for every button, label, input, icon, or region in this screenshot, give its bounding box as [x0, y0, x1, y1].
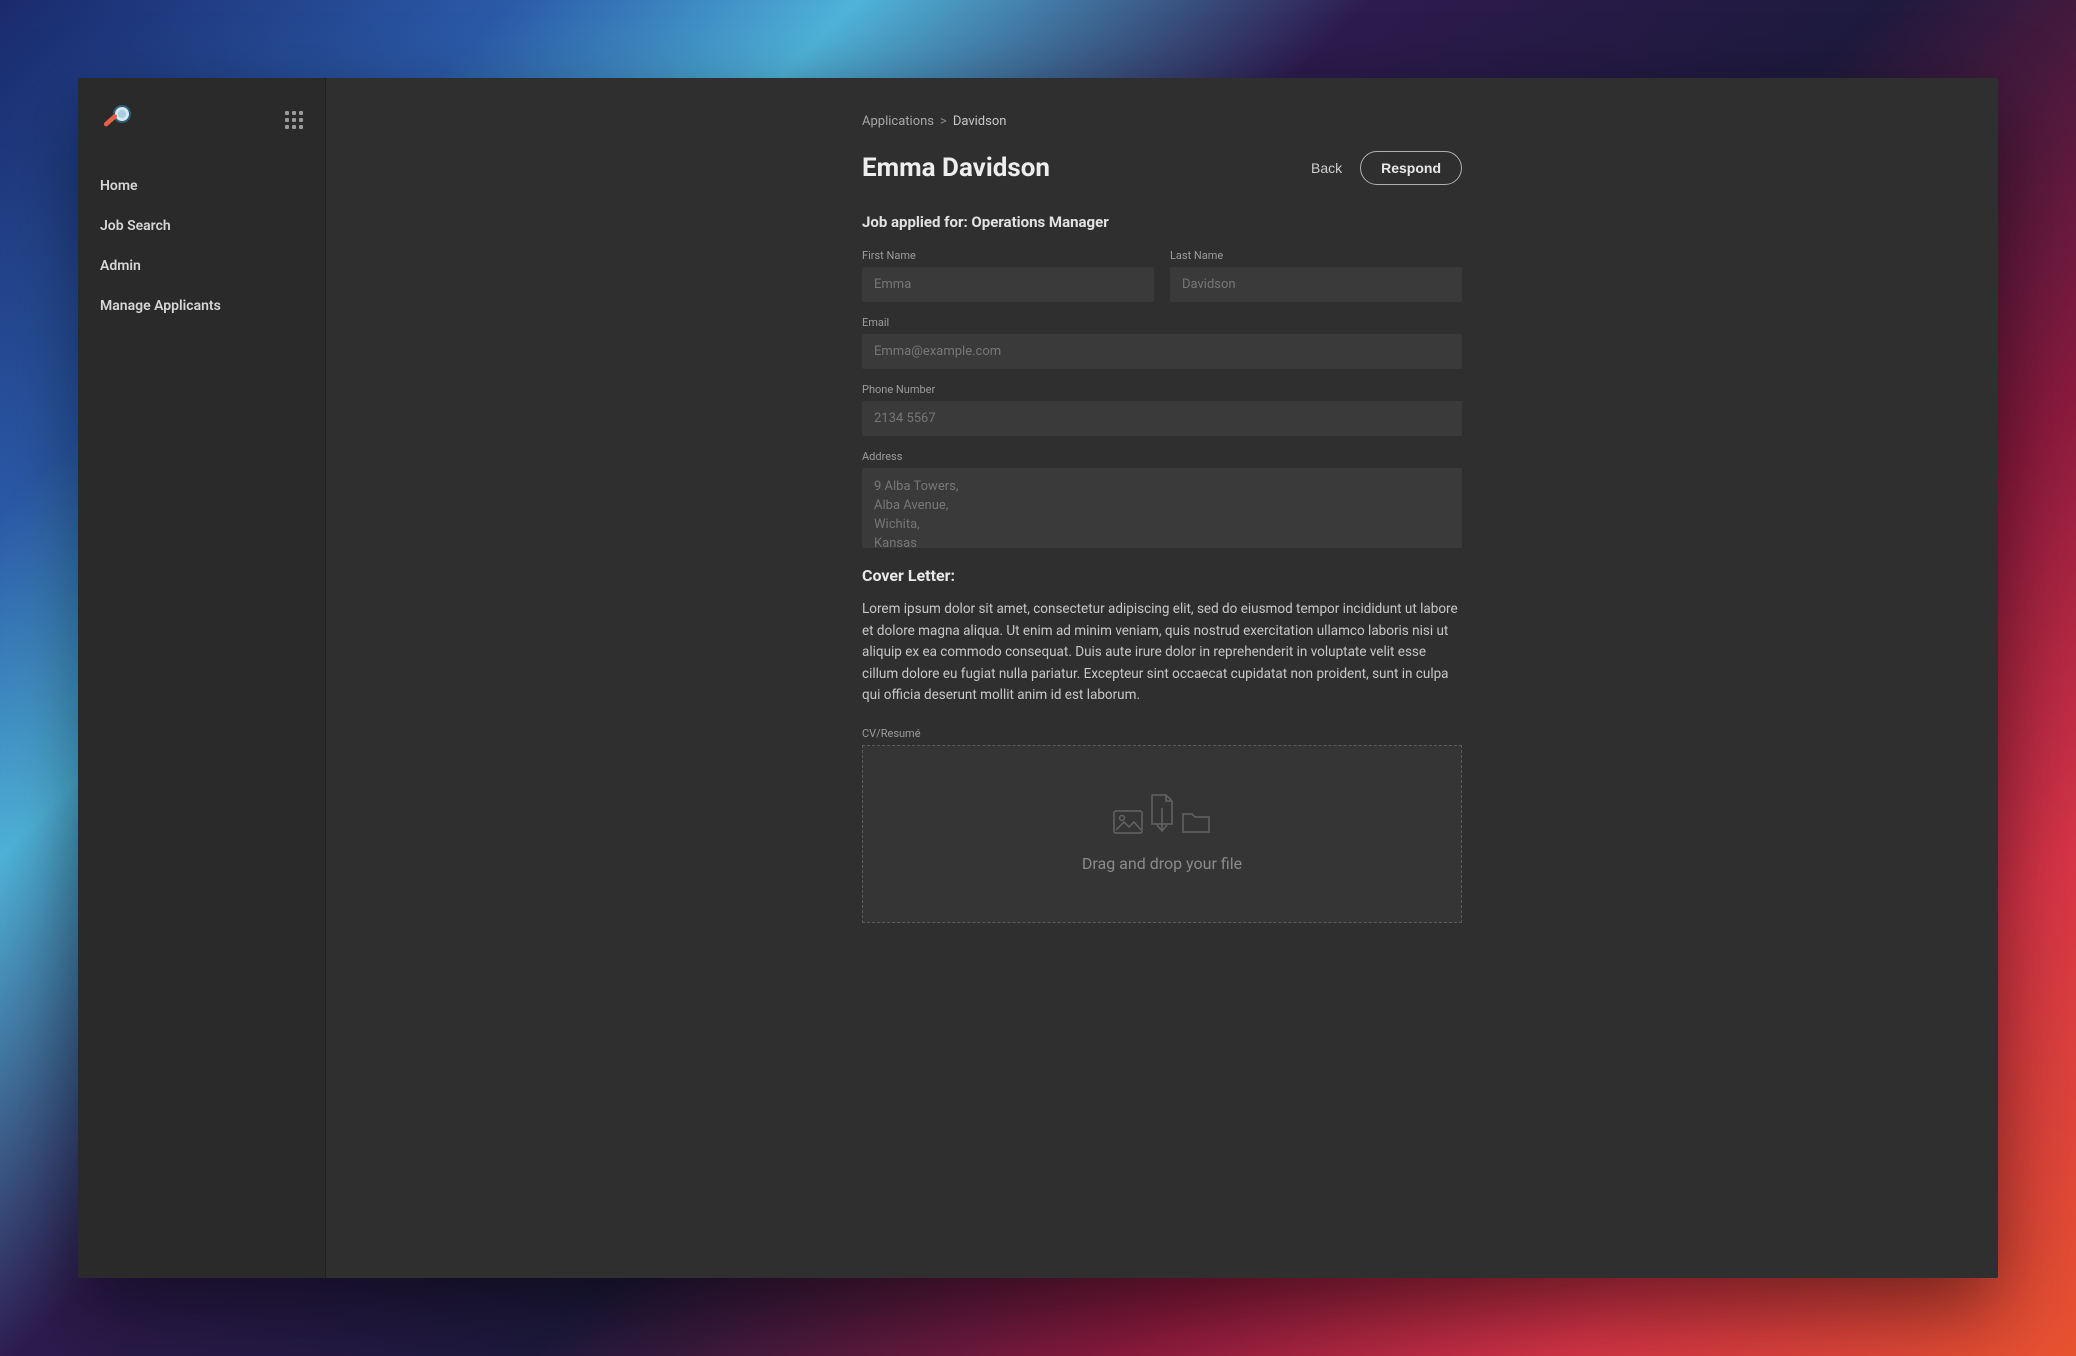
email-field[interactable] — [862, 334, 1462, 369]
sidebar-item-manage-applicants[interactable]: Manage Applicants — [78, 286, 325, 326]
breadcrumb-separator: > — [940, 114, 947, 129]
main-content: Applications > Davidson Emma Davidson Ba… — [326, 78, 1998, 1278]
address-label: Address — [862, 450, 1462, 463]
cv-group: CV/Resumé — [862, 727, 1462, 923]
first-name-field[interactable] — [862, 267, 1154, 302]
job-title: Operations Manager — [971, 213, 1108, 231]
sidebar-item-home[interactable]: Home — [78, 166, 325, 206]
cv-dropzone[interactable]: Drag and drop your file — [862, 745, 1462, 923]
address-field[interactable] — [862, 468, 1462, 548]
cover-letter-body: Lorem ipsum dolor sit amet, consectetur … — [862, 599, 1462, 707]
email-label: Email — [862, 316, 1462, 329]
address-row: Address — [862, 450, 1462, 548]
back-button[interactable]: Back — [1311, 160, 1342, 176]
apps-grid-icon[interactable] — [285, 111, 303, 129]
phone-row: Phone Number — [862, 383, 1462, 436]
breadcrumb-parent-link[interactable]: Applications — [862, 114, 934, 129]
email-row: Email — [862, 316, 1462, 369]
email-group: Email — [862, 316, 1462, 369]
folder-icon — [1181, 810, 1211, 834]
first-name-label: First Name — [862, 249, 1154, 262]
last-name-group: Last Name — [1170, 249, 1462, 302]
breadcrumb: Applications > Davidson — [862, 114, 1462, 129]
dropzone-icons — [1113, 794, 1211, 834]
content-column: Applications > Davidson Emma Davidson Ba… — [862, 114, 1462, 1218]
sidebar-item-job-search[interactable]: Job Search — [78, 206, 325, 246]
phone-label: Phone Number — [862, 383, 1462, 396]
last-name-label: Last Name — [1170, 249, 1462, 262]
sidebar-nav: Home Job Search Admin Manage Applicants — [78, 166, 325, 326]
address-group: Address — [862, 450, 1462, 548]
first-name-group: First Name — [862, 249, 1154, 302]
cv-label: CV/Resumé — [862, 727, 1462, 740]
name-row: First Name Last Name — [862, 249, 1462, 302]
phone-group: Phone Number — [862, 383, 1462, 436]
sidebar: Home Job Search Admin Manage Applicants — [78, 78, 326, 1278]
job-prefix: Job applied for: — [862, 213, 971, 231]
cover-letter-title: Cover Letter: — [862, 566, 1462, 585]
app-logo-icon — [100, 102, 136, 138]
breadcrumb-current: Davidson — [953, 114, 1007, 129]
sidebar-item-admin[interactable]: Admin — [78, 246, 325, 286]
page-title: Emma Davidson — [862, 153, 1050, 183]
file-download-icon — [1149, 794, 1175, 834]
job-applied-for: Job applied for: Operations Manager — [862, 213, 1462, 231]
last-name-field[interactable] — [1170, 267, 1462, 302]
image-icon — [1113, 810, 1143, 834]
header-actions: Back Respond — [1311, 151, 1462, 185]
dropzone-text: Drag and drop your file — [1082, 854, 1242, 873]
phone-field[interactable] — [862, 401, 1462, 436]
respond-button[interactable]: Respond — [1360, 151, 1462, 185]
sidebar-top — [78, 102, 325, 166]
app-window: Home Job Search Admin Manage Applicants … — [78, 78, 1998, 1278]
header-row: Emma Davidson Back Respond — [862, 151, 1462, 185]
